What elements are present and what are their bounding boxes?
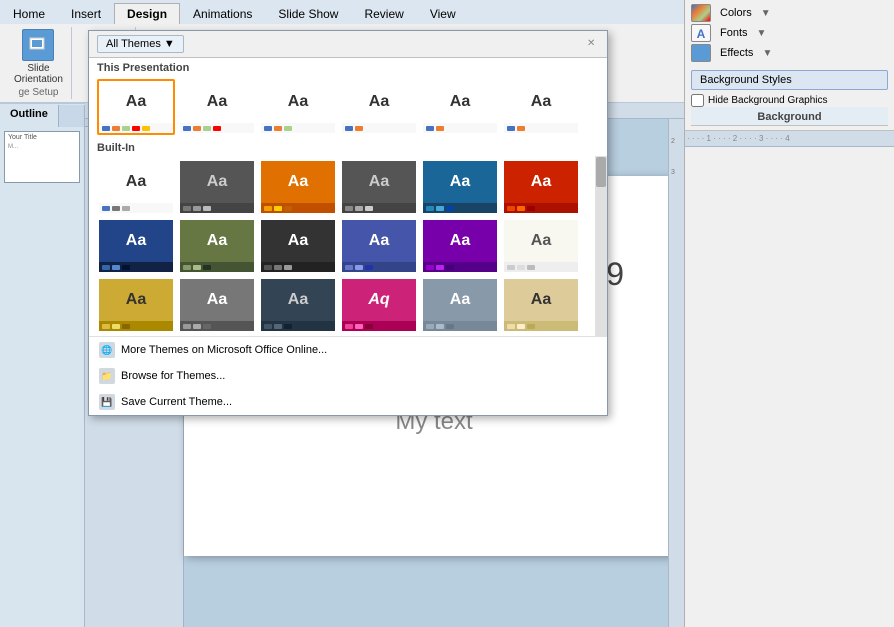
builtin-theme-2[interactable]: Aa [178, 159, 256, 215]
theme-item-2[interactable]: Aa [178, 79, 256, 135]
left-sidebar: Outline Your Title M... [0, 105, 85, 627]
theme-item-current[interactable]: Aa [97, 79, 175, 135]
save-theme-label: Save Current Theme... [121, 396, 232, 408]
theme-item-5[interactable]: Aa [421, 79, 499, 135]
mini-slide-text: M... [5, 143, 79, 151]
right-panel-ribbon: Colors ▼ A Fonts ▼ Effects ▼ Background … [685, 0, 894, 131]
builtin-theme-18[interactable]: Aa [502, 277, 580, 333]
save-theme-item[interactable]: 💾 Save Current Theme... [89, 389, 607, 415]
outline-tab[interactable]: Outline [0, 105, 59, 127]
hide-bg-checkbox[interactable] [691, 94, 704, 107]
dropdown-header: All Themes ▼ ✕ [89, 31, 607, 58]
save-theme-icon: 💾 [99, 394, 115, 410]
slide-orientation-icon [22, 29, 54, 61]
builtin-theme-13[interactable]: Aa [97, 277, 175, 333]
builtin-theme-15[interactable]: Aa [259, 277, 337, 333]
builtin-theme-16[interactable]: Aq [340, 277, 418, 333]
builtin-theme-11[interactable]: Aa [421, 218, 499, 274]
slide-orientation-label: SlideOrientation [14, 63, 63, 85]
hide-bg-label: Hide Background Graphics [708, 95, 828, 106]
hide-bg-row: Hide Background Graphics [691, 94, 888, 107]
this-presentation-themes: Aa Aa Aa Aa [89, 76, 607, 138]
fonts-icon: A [691, 24, 711, 42]
builtin-theme-4[interactable]: Aa [340, 159, 418, 215]
dropdown-footer: 🌐 More Themes on Microsoft Office Online… [89, 336, 607, 415]
background-styles-button[interactable]: Background Styles [691, 70, 888, 90]
builtin-theme-3[interactable]: Aa [259, 159, 337, 215]
colors-row: Colors ▼ [691, 4, 888, 22]
effects-dropdown-icon: ▼ [762, 48, 772, 59]
browse-themes-icon: 📁 [99, 368, 115, 384]
builtin-theme-12[interactable]: Aa [502, 218, 580, 274]
built-in-themes: Aa Aa Aa Aa Aa Aa Aa Aa [89, 156, 607, 336]
themes-scrollbar[interactable] [595, 156, 607, 336]
scrollbar-thumb [596, 157, 606, 187]
rp-ruler: · · · · 1 · · · · 2 · · · · 3 · · · · 4 [685, 131, 894, 147]
builtin-theme-1[interactable]: Aa [97, 159, 175, 215]
more-themes-label: More Themes on Microsoft Office Online..… [121, 344, 327, 356]
more-themes-icon: 🌐 [99, 342, 115, 358]
mini-slide-title: Your Title [5, 132, 79, 143]
colors-icon [691, 4, 711, 22]
slide-setup-group: SlideOrientation ge Setup [6, 27, 72, 99]
background-section-header: Background [691, 107, 888, 126]
builtin-theme-9[interactable]: Aa [259, 218, 337, 274]
colors-button[interactable]: Colors [715, 4, 757, 22]
builtin-theme-17[interactable]: Aa [421, 277, 499, 333]
close-dropdown-icon[interactable]: ✕ [587, 38, 599, 50]
mini-slide-1[interactable]: Your Title M... [4, 131, 80, 183]
tab-view[interactable]: View [417, 3, 469, 24]
fonts-dropdown-icon: ▼ [757, 28, 767, 39]
tab-animations[interactable]: Animations [180, 3, 265, 24]
more-themes-item[interactable]: 🌐 More Themes on Microsoft Office Online… [89, 337, 607, 363]
builtin-theme-7[interactable]: Aa [97, 218, 175, 274]
vertical-ruler: 1 2 3 [668, 105, 684, 627]
colors-dropdown-icon: ▼ [761, 8, 771, 19]
fonts-row: A Fonts ▼ [691, 24, 888, 42]
theme-preview: Aa [99, 81, 173, 123]
builtin-theme-6[interactable]: Aa [502, 159, 580, 215]
builtin-theme-5[interactable]: Aa [421, 159, 499, 215]
built-in-label: Built-In [89, 138, 607, 156]
theme-item-4[interactable]: Aa [340, 79, 418, 135]
tab-insert[interactable]: Insert [58, 3, 114, 24]
tab-slideshow[interactable]: Slide Show [265, 3, 351, 24]
all-themes-button[interactable]: All Themes ▼ [97, 35, 184, 53]
browse-themes-item[interactable]: 📁 Browse for Themes... [89, 363, 607, 389]
fonts-button[interactable]: Fonts [715, 24, 753, 42]
effects-icon [691, 44, 711, 62]
this-presentation-label: This Presentation [89, 58, 607, 76]
browse-themes-label: Browse for Themes... [121, 370, 225, 382]
themes-dropdown: All Themes ▼ ✕ This Presentation Aa Aa A… [88, 30, 608, 416]
slide-orientation-button[interactable]: SlideOrientation [14, 29, 63, 85]
theme-item-3[interactable]: Aa [259, 79, 337, 135]
builtin-theme-14[interactable]: Aa [178, 277, 256, 333]
effects-row: Effects ▼ [691, 44, 888, 62]
page-setup-label: ge Setup [18, 87, 58, 98]
sidebar-tabs: Outline [0, 105, 84, 127]
right-panel: Colors ▼ A Fonts ▼ Effects ▼ Background … [684, 0, 894, 627]
builtin-theme-10[interactable]: Aa [340, 218, 418, 274]
effects-button[interactable]: Effects [715, 44, 758, 62]
builtin-theme-8[interactable]: Aa [178, 218, 256, 274]
tab-design[interactable]: Design [114, 3, 180, 24]
tab-review[interactable]: Review [351, 3, 416, 24]
theme-item-6[interactable]: Aa [502, 79, 580, 135]
theme-dots [99, 123, 173, 133]
tab-home[interactable]: Home [0, 3, 58, 24]
